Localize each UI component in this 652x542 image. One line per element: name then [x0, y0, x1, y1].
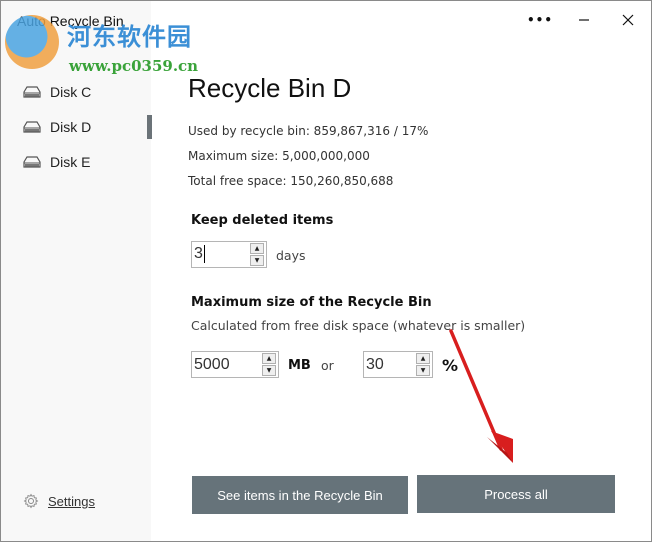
sidebar-item-label: Disk D: [50, 119, 92, 135]
mb-unit-label: MB: [288, 358, 311, 373]
keep-days-value: 3: [194, 245, 203, 263]
maximum-size-info: Maximum size: 5,000,000,000: [188, 149, 370, 163]
max-size-mb-input[interactable]: 5000: [192, 356, 262, 374]
drive-icon: [23, 86, 41, 98]
keep-days-input[interactable]: 3: [192, 245, 250, 264]
days-unit-label: days: [276, 248, 306, 263]
sidebar-item-disk-e[interactable]: Disk E: [23, 151, 90, 173]
increment-button[interactable]: ▲: [416, 353, 430, 364]
sidebar-item-label: Disk C: [50, 84, 92, 100]
sidebar-item-disk-c[interactable]: Disk C: [23, 81, 91, 103]
app-window: Auto Recycle Bin 河东软件园 www.pc0359.cn •••…: [0, 0, 652, 542]
increment-button[interactable]: ▲: [250, 243, 264, 254]
max-size-heading: Maximum size of the Recycle Bin: [191, 295, 432, 310]
window-title: Auto Recycle Bin: [17, 13, 124, 29]
total-free-space: Total free space: 150,260,850,688: [188, 174, 394, 188]
minimize-button[interactable]: [569, 7, 599, 33]
sidebar-item-label: Disk E: [50, 154, 91, 170]
selected-item-indicator: [147, 115, 152, 139]
settings-link[interactable]: Settings: [23, 493, 95, 509]
keep-days-stepper[interactable]: 3 ▲ ▼: [191, 241, 267, 268]
keep-deleted-heading: Keep deleted items: [191, 213, 334, 228]
more-horizontal-icon: •••: [526, 13, 553, 27]
increment-button[interactable]: ▲: [262, 353, 276, 364]
settings-label[interactable]: Settings: [48, 494, 95, 509]
used-by-recycle-bin: Used by recycle bin: 859,867,316 / 17%: [188, 124, 429, 138]
see-items-button[interactable]: See items in the Recycle Bin: [192, 476, 408, 514]
page-title: Recycle Bin D: [188, 73, 352, 103]
or-label: or: [321, 358, 334, 373]
max-size-description: Calculated from free disk space (whateve…: [191, 318, 526, 333]
process-all-button[interactable]: Process all: [417, 475, 615, 513]
drive-icon: [23, 121, 41, 133]
max-size-percent-stepper[interactable]: 30 ▲ ▼: [363, 351, 433, 378]
minimize-icon: [579, 19, 589, 21]
decrement-button[interactable]: ▼: [416, 365, 430, 376]
sidebar-item-disk-d[interactable]: Disk D: [23, 116, 91, 138]
drive-icon: [23, 156, 41, 168]
max-size-mb-stepper[interactable]: 5000 ▲ ▼: [191, 351, 279, 378]
percent-unit-label: %: [442, 356, 459, 375]
more-options-button[interactable]: •••: [525, 7, 555, 33]
max-size-percent-input[interactable]: 30: [364, 356, 416, 374]
decrement-button[interactable]: ▼: [262, 365, 276, 376]
close-button[interactable]: [613, 7, 643, 33]
close-icon: [622, 14, 634, 26]
text-caret: [203, 245, 205, 264]
gear-icon: [23, 493, 39, 509]
decrement-button[interactable]: ▼: [250, 255, 264, 266]
